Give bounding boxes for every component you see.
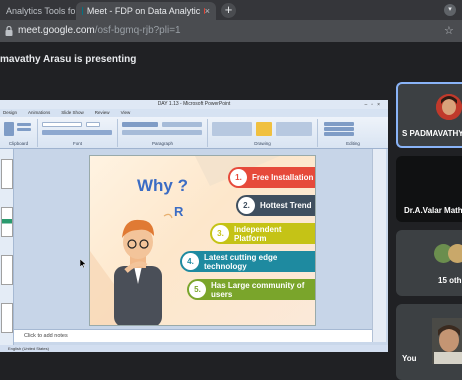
ribbon-group-font: Font bbox=[38, 119, 118, 147]
address-bar[interactable]: meet.google.com/osf-bgmq-rjb?pli=1 ☆ bbox=[0, 20, 462, 42]
slide-r-letter: R bbox=[174, 204, 184, 219]
reason-item: 4. Latest cutting edge technology bbox=[180, 251, 315, 272]
reason-text: Hottest Trend bbox=[260, 201, 312, 210]
meet-icon bbox=[82, 7, 83, 15]
tab-title: Analytics Tools for bbox=[6, 6, 76, 16]
powerpoint-title-bar: DAY 1.13 - Microsoft PowerPoint –▫× bbox=[0, 100, 388, 109]
participant-name: You bbox=[402, 354, 417, 363]
reason-text: Independent Platform bbox=[234, 224, 282, 243]
participant-name: Dr.A.Valar Math bbox=[404, 206, 462, 215]
ribbon-tab: Review bbox=[94, 110, 110, 115]
ribbon-tab: View bbox=[120, 110, 131, 115]
reason-number: 5. bbox=[189, 281, 206, 298]
status-bar: English (United States) bbox=[0, 345, 388, 352]
participant-avatar bbox=[448, 244, 462, 263]
url-path: /osf-bgmq-rjb?pli=1 bbox=[94, 25, 181, 36]
vertical-scrollbar[interactable] bbox=[372, 149, 386, 342]
slide-thumbnail[interactable] bbox=[1, 159, 13, 189]
ribbon: Clipboard Font Paragraph Drawing Editing bbox=[0, 117, 388, 149]
reason-number: 1. bbox=[230, 169, 247, 186]
slide-heading: Why ? bbox=[137, 176, 188, 195]
participant-count: 15 oth bbox=[438, 276, 462, 285]
ribbon-group-paragraph: Paragraph bbox=[118, 119, 208, 147]
ribbon-tab: Design bbox=[3, 110, 18, 115]
notes-pane[interactable]: Click to add notes bbox=[14, 329, 372, 342]
reason-number: 2. bbox=[238, 197, 255, 214]
ribbon-group-clipboard: Clipboard bbox=[0, 119, 38, 147]
reason-text: Has Large community of users bbox=[211, 280, 305, 299]
ribbon-tab: Animations bbox=[28, 110, 51, 115]
slide-thumbnail[interactable] bbox=[1, 255, 13, 285]
presenting-label: mavathy Arasu is presenting bbox=[0, 54, 137, 65]
tab-meet[interactable]: Meet - FDP on Data Analytic × bbox=[76, 2, 216, 20]
ribbon-group-drawing: Drawing bbox=[208, 119, 318, 147]
reason-text: Free Installation bbox=[252, 173, 314, 182]
self-view-tile[interactable]: You bbox=[396, 304, 462, 380]
ribbon-tabs: Design Animations Slide Show Review View bbox=[0, 109, 388, 117]
close-icon[interactable]: × bbox=[205, 6, 210, 16]
reason-item: 3. Independent Platform bbox=[210, 223, 315, 244]
reason-number: 4. bbox=[182, 253, 199, 270]
reason-item: 5. Has Large community of users bbox=[187, 279, 315, 300]
participant-tile[interactable]: S PADMAVATHY bbox=[396, 82, 462, 148]
slide-thumbnails[interactable] bbox=[0, 149, 14, 347]
ribbon-group-editing: Editing bbox=[318, 119, 388, 147]
reason-number: 3. bbox=[212, 225, 229, 242]
mouse-cursor-icon bbox=[80, 259, 86, 268]
url-host: meet.google.com bbox=[18, 25, 95, 36]
new-tab-button[interactable]: + bbox=[221, 3, 236, 18]
participants-overflow-tile[interactable]: 15 oth bbox=[396, 230, 462, 296]
slide[interactable]: Why ? R 1. Free Installation 2. Hottest Tre… bbox=[89, 155, 316, 326]
self-video bbox=[432, 318, 462, 364]
browser-tab-bar: Analytics Tools for × Meet - FDP on Data… bbox=[0, 0, 462, 20]
tab-analytics-tools[interactable]: Analytics Tools for × bbox=[0, 2, 76, 20]
slide-thumbnail[interactable] bbox=[1, 207, 13, 237]
window-title: DAY 1.13 - Microsoft PowerPoint bbox=[157, 101, 231, 107]
shared-screen: DAY 1.13 - Microsoft PowerPoint –▫× Desi… bbox=[0, 100, 388, 352]
slide-thumbnail[interactable] bbox=[1, 303, 13, 333]
tab-search-icon[interactable]: ▾ bbox=[444, 4, 456, 16]
tab-title: Meet - FDP on Data Analytic bbox=[86, 6, 201, 16]
reason-text: Latest cutting edge technology bbox=[204, 252, 278, 271]
ribbon-tab: Slide Show bbox=[61, 110, 84, 115]
bookmark-star-icon[interactable]: ☆ bbox=[444, 24, 454, 37]
reason-item: 1. Free Installation bbox=[228, 167, 315, 188]
participant-tile[interactable]: Dr.A.Valar Math bbox=[396, 156, 462, 222]
participant-name: S PADMAVATHY bbox=[402, 129, 462, 138]
participant-avatar bbox=[436, 94, 462, 120]
lock-icon bbox=[5, 26, 13, 36]
slide-canvas: Why ? R 1. Free Installation 2. Hottest Tre… bbox=[14, 149, 372, 342]
url-text[interactable]: meet.google.com/osf-bgmq-rjb?pli=1 bbox=[18, 25, 181, 36]
reason-item: 2. Hottest Trend bbox=[236, 195, 315, 216]
